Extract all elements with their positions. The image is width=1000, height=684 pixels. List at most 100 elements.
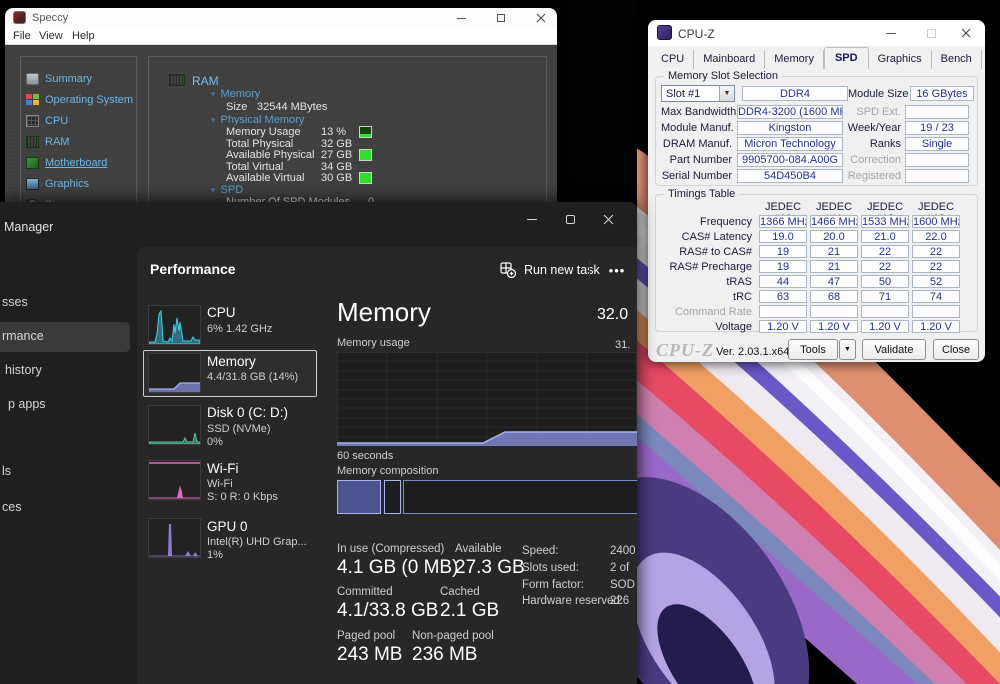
form-factor-label: Form factor: bbox=[522, 579, 584, 591]
sidebar-item-startup-apps[interactable]: p apps bbox=[8, 397, 46, 411]
correction-label: Correction bbox=[843, 154, 905, 166]
slots-used-value: 2 of bbox=[610, 562, 629, 574]
speccy-titlebar: Speccy bbox=[5, 8, 557, 28]
sidebar-item-graphics[interactable]: Graphics bbox=[21, 176, 136, 194]
spd-ext-value bbox=[905, 105, 969, 119]
speccy-content: Summary Operating System CPU RAM Motherb… bbox=[5, 46, 557, 202]
minimize-icon bbox=[457, 18, 466, 19]
header-divider bbox=[589, 261, 590, 279]
sidebar-item-details[interactable]: ls bbox=[2, 464, 11, 478]
memory-composition-label: Memory composition bbox=[337, 465, 438, 477]
close-button[interactable] bbox=[525, 8, 557, 28]
close-button[interactable] bbox=[590, 206, 626, 232]
sidebar-item-app-history[interactable]: history bbox=[5, 363, 42, 377]
tree-section-physical-memory[interactable]: Physical Memory bbox=[211, 114, 304, 126]
hardware-reserved-value: 226 bbox=[610, 595, 629, 607]
sidebar-item-motherboard[interactable]: Motherboard bbox=[21, 155, 136, 173]
timings-row-ras-to-cas: RAS# to CAS# 19212222 bbox=[664, 245, 960, 258]
module-size-value: 16 GBytes bbox=[910, 86, 974, 101]
correction-value bbox=[905, 153, 969, 167]
tab-mainboard[interactable]: Mainboard bbox=[694, 50, 765, 69]
speccy-app-icon bbox=[13, 11, 26, 24]
tab-bench[interactable]: Bench bbox=[932, 50, 982, 69]
sidebar-item-cpu[interactable]: CPU bbox=[21, 113, 136, 131]
cpuz-window-title: CPU-Z bbox=[678, 27, 715, 41]
maximize-icon bbox=[566, 215, 575, 224]
more-options-button[interactable]: ••• bbox=[603, 257, 631, 283]
cpuz-tab-strip: CPU Mainboard Memory SPD Graphics Bench … bbox=[652, 48, 985, 69]
close-icon bbox=[603, 214, 614, 225]
tree-row-available-virtual: Available Virtual 30 GB bbox=[226, 172, 304, 184]
memory-total-value: 32.0 bbox=[597, 306, 628, 324]
maximize-button[interactable] bbox=[485, 8, 517, 28]
tab-spd[interactable]: SPD bbox=[824, 47, 869, 69]
close-button[interactable] bbox=[951, 22, 981, 44]
speccy-ram-panel: RAM Memory Size 32544 MBytes Physical Me… bbox=[148, 56, 547, 202]
tree-section-memory[interactable]: Memory bbox=[211, 88, 260, 100]
timings-row-tras: tRAS 44475052 bbox=[664, 275, 960, 288]
close-dialog-button[interactable]: Close bbox=[933, 339, 979, 360]
maximize-button[interactable] bbox=[552, 206, 588, 232]
sidebar-item-ram[interactable]: RAM bbox=[21, 134, 136, 152]
task-manager-window: Manager sses rmance history p apps ls ce… bbox=[0, 202, 637, 684]
tab-cpu[interactable]: CPU bbox=[652, 50, 694, 69]
minimize-button[interactable] bbox=[445, 8, 477, 28]
validate-button[interactable]: Validate bbox=[862, 339, 926, 360]
sidebar-item-services[interactable]: ces bbox=[2, 500, 21, 514]
close-icon bbox=[961, 28, 971, 38]
available-virtual-meter bbox=[359, 172, 372, 184]
minimize-icon bbox=[527, 219, 537, 220]
tree-section-spd[interactable]: SPD bbox=[211, 184, 243, 196]
composition-standby-segment[interactable] bbox=[403, 480, 637, 514]
minimize-button[interactable] bbox=[514, 206, 550, 232]
tab-memory[interactable]: Memory bbox=[765, 50, 824, 69]
ranks-value: Single bbox=[905, 137, 969, 151]
menu-help[interactable]: Help bbox=[72, 30, 95, 42]
run-new-task-button[interactable]: Run new task bbox=[492, 257, 608, 283]
timings-row-ras-precharge: RAS# Precharge 19212222 bbox=[664, 260, 960, 273]
run-new-task-icon bbox=[500, 262, 516, 278]
windows-icon bbox=[26, 94, 39, 106]
serial-number-label: Serial Number bbox=[661, 170, 737, 182]
tools-button[interactable]: Tools bbox=[788, 339, 838, 360]
memory-slot-selection-group: Memory Slot Selection Slot #1 ▼ DDR4 Mod… bbox=[655, 76, 978, 186]
dram-manuf-label: DRAM Manuf. bbox=[661, 138, 737, 150]
serial-number-value: 54D450B4 bbox=[737, 169, 843, 183]
speccy-window: Speccy File View Help Summary Operating … bbox=[5, 8, 557, 202]
tab-graphics[interactable]: Graphics bbox=[869, 50, 932, 69]
minimize-button[interactable] bbox=[876, 22, 906, 44]
performance-panel: Performance Run new task ••• bbox=[137, 247, 637, 684]
spd-ext-label: SPD Ext. bbox=[843, 106, 905, 118]
slot-select-dropdown[interactable]: Slot #1 ▼ bbox=[661, 85, 735, 102]
composition-modified-segment[interactable] bbox=[384, 480, 401, 514]
sidebar-item-summary[interactable]: Summary bbox=[21, 71, 136, 89]
available-physical-meter bbox=[359, 149, 372, 161]
sidebar-item-operating-system[interactable]: Operating System bbox=[21, 92, 136, 110]
timings-row-cas-latency: CAS# Latency 19.020.021.022.0 bbox=[664, 230, 960, 243]
memory-usage-max: 31. bbox=[615, 339, 630, 351]
module-manuf-label: Module Manuf. bbox=[661, 122, 737, 134]
module-size-label: Module Size bbox=[848, 88, 910, 100]
composition-in-use-segment[interactable] bbox=[337, 480, 381, 514]
tools-dropdown-arrow[interactable]: ▼ bbox=[839, 339, 856, 360]
group-title: Timings Table bbox=[664, 188, 739, 200]
speccy-menubar: File View Help bbox=[5, 28, 557, 45]
cpuz-titlebar: CPU-Z bbox=[648, 20, 985, 46]
max-bandwidth-label: Max Bandwidth bbox=[661, 106, 737, 118]
motherboard-icon bbox=[26, 157, 39, 169]
hardware-reserved-label: Hardware reserved: bbox=[522, 595, 623, 607]
available-value: 27.3 GB bbox=[455, 557, 525, 579]
menu-view[interactable]: View bbox=[39, 30, 63, 42]
form-factor-value: SOD bbox=[610, 579, 635, 591]
memory-sparkline bbox=[148, 353, 201, 393]
menu-file[interactable]: File bbox=[13, 30, 31, 42]
cpu-sparkline bbox=[148, 305, 201, 345]
desktop: Speccy File View Help Summary Operating … bbox=[0, 0, 1000, 684]
tree-row-size: Size 32544 MBytes bbox=[226, 101, 247, 113]
cpu-chip-icon bbox=[26, 115, 39, 127]
gpu-sparkline bbox=[148, 518, 201, 558]
sidebar-item-processes[interactable]: sses bbox=[2, 295, 28, 309]
sidebar-item-performance[interactable]: rmance bbox=[2, 329, 44, 343]
minimize-icon bbox=[886, 33, 896, 34]
tab-about[interactable]: About bbox=[982, 50, 985, 69]
